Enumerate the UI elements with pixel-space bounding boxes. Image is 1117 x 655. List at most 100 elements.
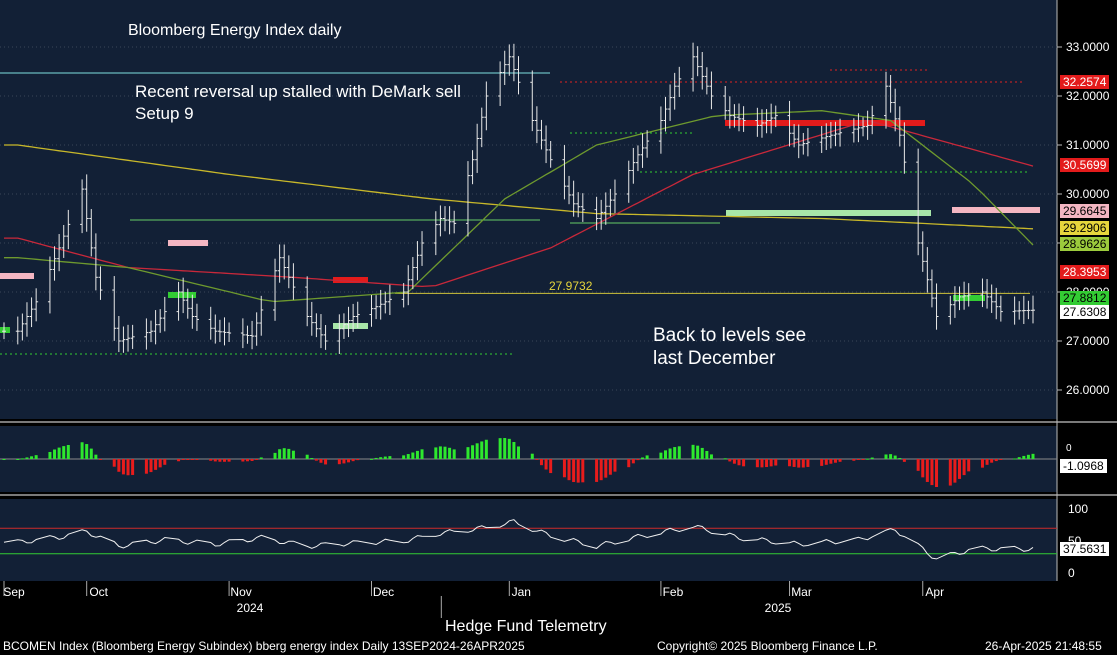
macd-bar bbox=[627, 459, 631, 468]
macd-bar bbox=[415, 450, 419, 459]
price-label: 30.5699 bbox=[1060, 158, 1110, 172]
macd-bar bbox=[985, 459, 989, 465]
macd-bar bbox=[94, 454, 98, 459]
annotation-demark-setup: Setup 9 bbox=[135, 104, 194, 123]
macd-bar bbox=[953, 459, 957, 483]
month-label: Nov bbox=[230, 585, 251, 599]
macd-bar bbox=[732, 459, 736, 464]
macd-bar bbox=[861, 459, 865, 460]
macd-bar bbox=[806, 459, 810, 467]
macd-bar bbox=[484, 439, 488, 459]
macd-bar bbox=[902, 459, 906, 462]
macd-bar bbox=[535, 459, 539, 460]
macd-bar bbox=[177, 459, 181, 462]
macd-bar bbox=[25, 457, 29, 459]
price-label: 32.2574 bbox=[1060, 75, 1110, 89]
macd-bar bbox=[696, 445, 700, 459]
macd-bar bbox=[599, 459, 603, 481]
macd-bar bbox=[314, 459, 318, 461]
price-label: 27.6308 bbox=[1060, 305, 1110, 319]
macd-bar bbox=[677, 446, 681, 459]
month-label: Mar bbox=[791, 585, 812, 599]
macd-bar bbox=[567, 459, 571, 481]
footer: BCOMEN Index (Bloomberg Energy Subindex)… bbox=[0, 636, 1117, 655]
macd-bar bbox=[282, 448, 286, 459]
macd-bar bbox=[89, 448, 93, 459]
macd-bar bbox=[227, 459, 231, 462]
macd-bar bbox=[16, 459, 20, 460]
macd-bar bbox=[820, 459, 824, 466]
indicator-value-label: 37.5631 bbox=[1060, 542, 1110, 556]
macd-bar bbox=[374, 457, 378, 459]
macd-bar bbox=[990, 459, 994, 463]
macd-bar bbox=[53, 449, 57, 459]
macd-bar bbox=[2, 459, 6, 460]
macd-bar bbox=[20, 458, 24, 460]
macd-bar bbox=[30, 456, 34, 459]
macd-bar bbox=[370, 458, 373, 460]
macd-bar bbox=[466, 447, 470, 459]
macd-bar bbox=[792, 459, 796, 467]
month-label: Jan bbox=[512, 585, 531, 599]
macd-bar bbox=[728, 459, 732, 462]
macd-bar bbox=[498, 438, 502, 459]
macd-bar bbox=[1013, 458, 1017, 460]
macd-bar bbox=[755, 459, 759, 468]
macd-bar bbox=[829, 459, 833, 464]
macd-bar bbox=[434, 447, 438, 459]
macd-bar bbox=[852, 459, 856, 461]
macd-bar bbox=[962, 459, 966, 476]
y-tick-label: 32.0000 bbox=[1066, 89, 1110, 103]
macd-bar bbox=[636, 459, 640, 461]
macd-bar bbox=[631, 459, 635, 464]
tdst-bar bbox=[168, 292, 196, 298]
macd-bar bbox=[801, 459, 805, 468]
macd-bar bbox=[213, 459, 217, 462]
risk-bar bbox=[0, 273, 34, 279]
macd-bar bbox=[958, 459, 961, 479]
macd-bar bbox=[898, 458, 902, 460]
macd-bar bbox=[870, 457, 874, 459]
macd-bar bbox=[967, 459, 971, 472]
macd-bar bbox=[1031, 453, 1035, 459]
macd-bar bbox=[512, 442, 516, 459]
macd-bar bbox=[291, 450, 295, 459]
macd-bar bbox=[241, 459, 245, 462]
macd-bar bbox=[604, 459, 608, 478]
macd-bar bbox=[673, 447, 677, 459]
y-tick-label: 30.0000 bbox=[1066, 187, 1110, 201]
macd-bar bbox=[190, 459, 194, 460]
key-level-label: 27.9732 bbox=[549, 279, 593, 293]
macd-bar bbox=[980, 459, 984, 468]
macd-bar bbox=[158, 459, 162, 468]
macd-bar bbox=[223, 459, 226, 462]
macd-bar bbox=[517, 446, 520, 459]
macd-bar bbox=[930, 459, 934, 486]
macd-bar bbox=[57, 447, 61, 459]
macd-bar bbox=[760, 459, 764, 468]
macd-bar bbox=[641, 457, 645, 459]
macd-bar bbox=[411, 452, 415, 459]
macd-bar bbox=[149, 459, 153, 473]
footer-copyright: Copyright© 2025 Bloomberg Finance L.P. bbox=[657, 639, 878, 653]
chart-title: Bloomberg Energy Index daily bbox=[128, 22, 342, 39]
macd-bar bbox=[388, 456, 392, 459]
macd-bar bbox=[443, 446, 447, 459]
month-label: Oct bbox=[89, 585, 108, 599]
macd-bar bbox=[507, 438, 511, 459]
macd-bar bbox=[209, 459, 213, 461]
macd-bar bbox=[774, 459, 778, 466]
macd-bar bbox=[691, 444, 695, 459]
macd-bar bbox=[85, 444, 89, 459]
annotation-levels: Back to levels see bbox=[653, 325, 807, 346]
price-panel bbox=[0, 0, 1057, 419]
macd-bar bbox=[608, 459, 612, 475]
macd-bar bbox=[1017, 457, 1021, 459]
macd-bar bbox=[544, 459, 548, 470]
macd-bar bbox=[406, 454, 410, 459]
macd-bar bbox=[921, 459, 925, 478]
macd-bar bbox=[866, 458, 870, 460]
price-label: 29.6645 bbox=[1060, 204, 1110, 218]
year-label: 2024 bbox=[237, 601, 264, 615]
macd-bar bbox=[80, 442, 84, 459]
